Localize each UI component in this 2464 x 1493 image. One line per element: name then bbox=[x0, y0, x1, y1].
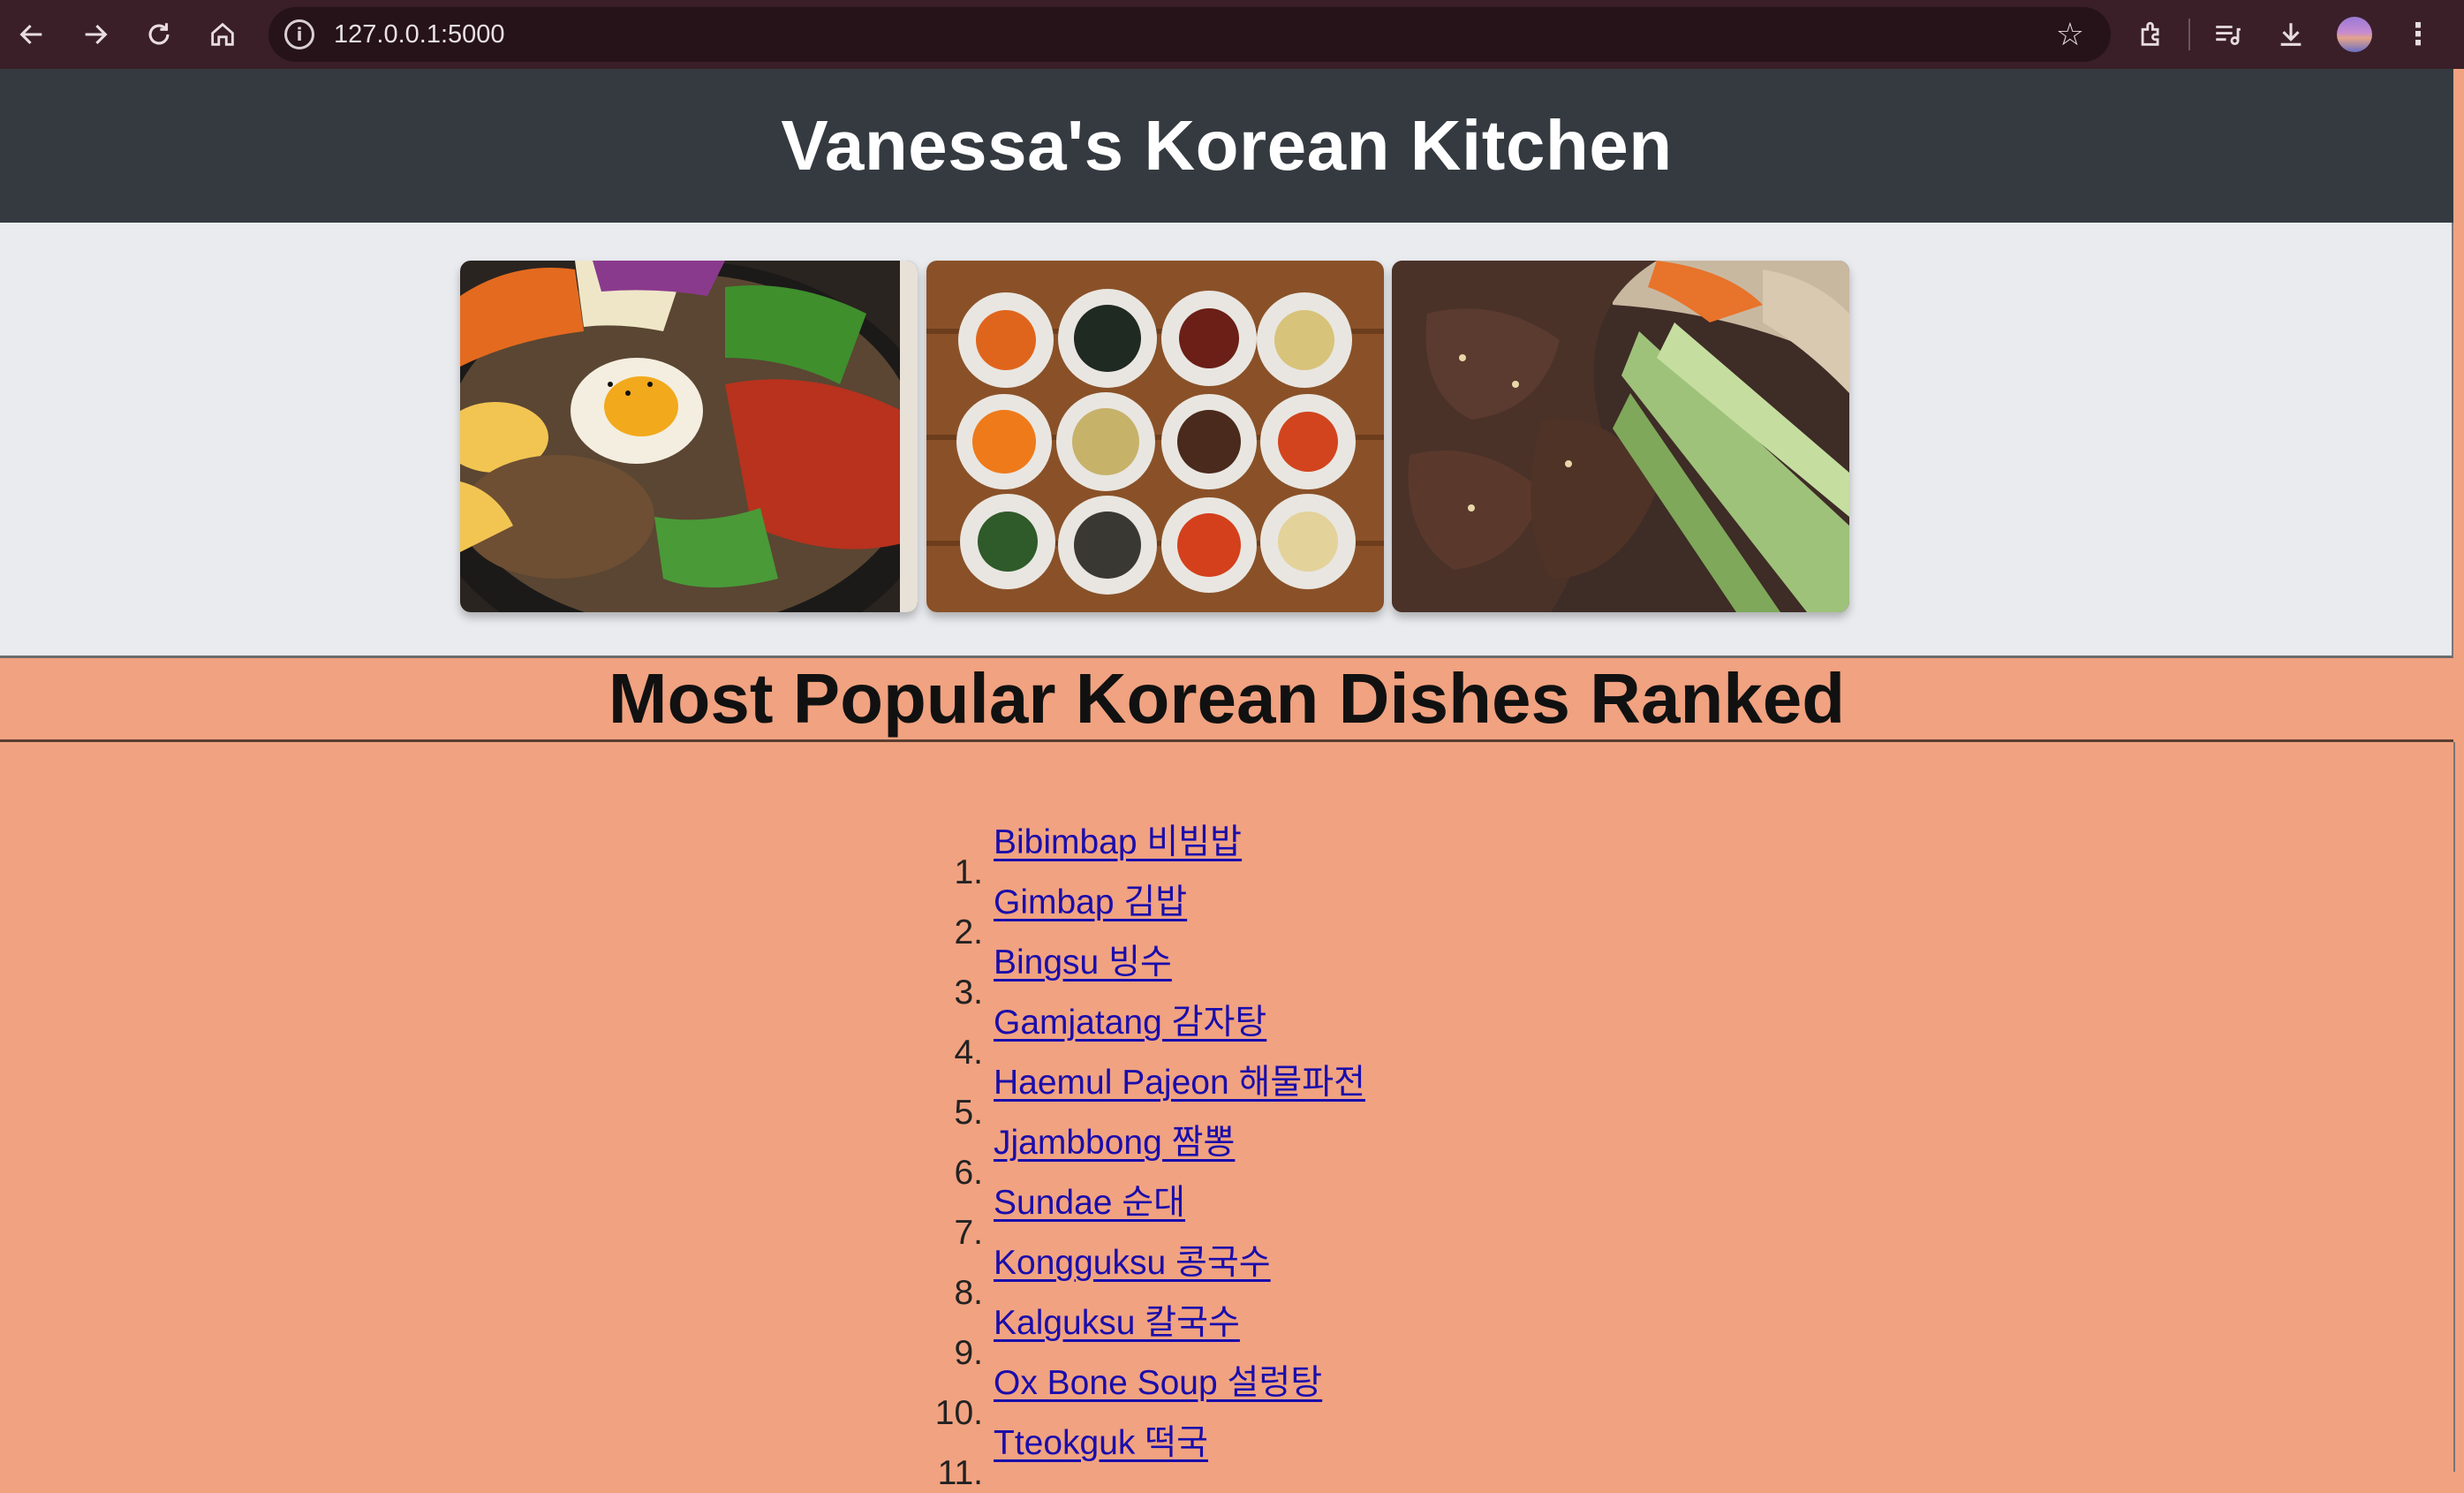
browser-toolbar: i 127.0.0.1:5000 ☆ ⋮ bbox=[0, 0, 2464, 69]
bookmark-star-icon[interactable]: ☆ bbox=[2056, 18, 2084, 51]
dish-link[interactable]: Gamjatang 감자탕 bbox=[994, 995, 1266, 1044]
dish-link[interactable]: Bibimbap 비빔밥 bbox=[994, 815, 1242, 864]
ranking-heading-band: Most Popular Korean Dishes Ranked bbox=[0, 658, 2453, 742]
dish-link[interactable]: Bingsu 빙수 bbox=[994, 935, 1172, 984]
list-item: 9. Kalguksu 칼국수 bbox=[954, 1295, 1365, 1372]
dish-link[interactable]: Haemul Pajeon 해물파전 bbox=[994, 1055, 1365, 1104]
avatar[interactable] bbox=[2337, 17, 2372, 52]
bulgogi-photo bbox=[1392, 261, 1849, 612]
forward-arrow-icon[interactable] bbox=[64, 0, 127, 69]
menu-kebab-icon[interactable]: ⋮ bbox=[2386, 0, 2450, 69]
dish-link[interactable]: Jjambbong 짬뽕 bbox=[994, 1115, 1235, 1164]
profile-avatar-icon[interactable] bbox=[2323, 0, 2386, 69]
rank-number-text: 4. bbox=[954, 1034, 983, 1072]
dish-link[interactable]: Kongguksu 콩국수 bbox=[994, 1235, 1271, 1285]
site-title: Vanessa's Korean Kitchen bbox=[781, 106, 1673, 185]
dish-link[interactable]: Kalguksu 칼국수 bbox=[994, 1295, 1240, 1345]
reload-icon[interactable] bbox=[127, 0, 191, 69]
rank-number-text: 6. bbox=[954, 1154, 983, 1192]
info-icon[interactable]: i bbox=[284, 19, 314, 49]
rank-number-text: 8. bbox=[954, 1274, 983, 1312]
address-url[interactable]: 127.0.0.1:5000 bbox=[334, 20, 505, 49]
rank-number-text: 11. bbox=[937, 1454, 983, 1492]
list-item: 7. Sundae 순대 bbox=[954, 1175, 1365, 1252]
rank-number-text: 10. bbox=[934, 1394, 983, 1432]
rank-number-text: 9. bbox=[954, 1334, 983, 1372]
dish-link[interactable]: Sundae 순대 bbox=[994, 1175, 1185, 1224]
extensions-icon[interactable] bbox=[2120, 0, 2183, 69]
banchan-photo bbox=[926, 261, 1384, 612]
rank-number-text: 7. bbox=[954, 1214, 983, 1252]
back-arrow-icon[interactable] bbox=[0, 0, 64, 69]
dish-ranking-list: 1. Bibimbap 비빔밥 2. Gimbap 김밥 3. Bingsu 빙수 4. Ga… bbox=[935, 815, 1365, 1492]
list-item: 4. Gamjatang 감자탕 bbox=[954, 995, 1365, 1072]
dish-link[interactable]: Ox Bone Soup 설렁탕 bbox=[994, 1355, 1322, 1405]
download-icon[interactable] bbox=[2259, 0, 2323, 69]
toolbar-right: ⋮ bbox=[2120, 0, 2450, 69]
address-bar[interactable]: i 127.0.0.1:5000 ☆ bbox=[268, 7, 2111, 62]
list-item: 2. Gimbap 김밥 bbox=[954, 875, 1365, 951]
dish-link[interactable]: Tteokguk 떡국 bbox=[994, 1415, 1208, 1465]
list-item: 11. Tteokguk 떡국 bbox=[938, 1415, 1365, 1492]
bibimbap-photo bbox=[460, 261, 918, 612]
list-item: 10. Ox Bone Soup 설렁탕 bbox=[935, 1355, 1365, 1432]
rank-number-text: 3. bbox=[954, 974, 983, 1012]
media-control-icon[interactable] bbox=[2196, 0, 2259, 69]
list-item: 6. Jjambbong 짬뽕 bbox=[954, 1115, 1365, 1192]
ranking-list-section: 1. Bibimbap 비빔밥 2. Gimbap 김밥 3. Bingsu 빙수 4. Ga… bbox=[0, 742, 2455, 1492]
list-item: 3. Bingsu 빙수 bbox=[954, 935, 1365, 1012]
dish-link[interactable]: Gimbap 김밥 bbox=[994, 875, 1187, 924]
list-item: 8. Kongguksu 콩국수 bbox=[954, 1235, 1365, 1312]
toolbar-divider bbox=[2188, 19, 2190, 50]
ranking-title: Most Popular Korean Dishes Ranked bbox=[608, 659, 1846, 738]
home-icon[interactable] bbox=[191, 0, 254, 69]
rank-number-text: 5. bbox=[954, 1094, 983, 1132]
rank-number-text: 2. bbox=[954, 913, 983, 951]
list-item: 1. Bibimbap 비빔밥 bbox=[954, 815, 1365, 891]
rank-number-text: 1. bbox=[954, 853, 983, 891]
list-item: 5. Haemul Pajeon 해물파전 bbox=[954, 1055, 1365, 1132]
image-gallery bbox=[0, 223, 2453, 658]
site-header: Vanessa's Korean Kitchen bbox=[0, 69, 2453, 223]
